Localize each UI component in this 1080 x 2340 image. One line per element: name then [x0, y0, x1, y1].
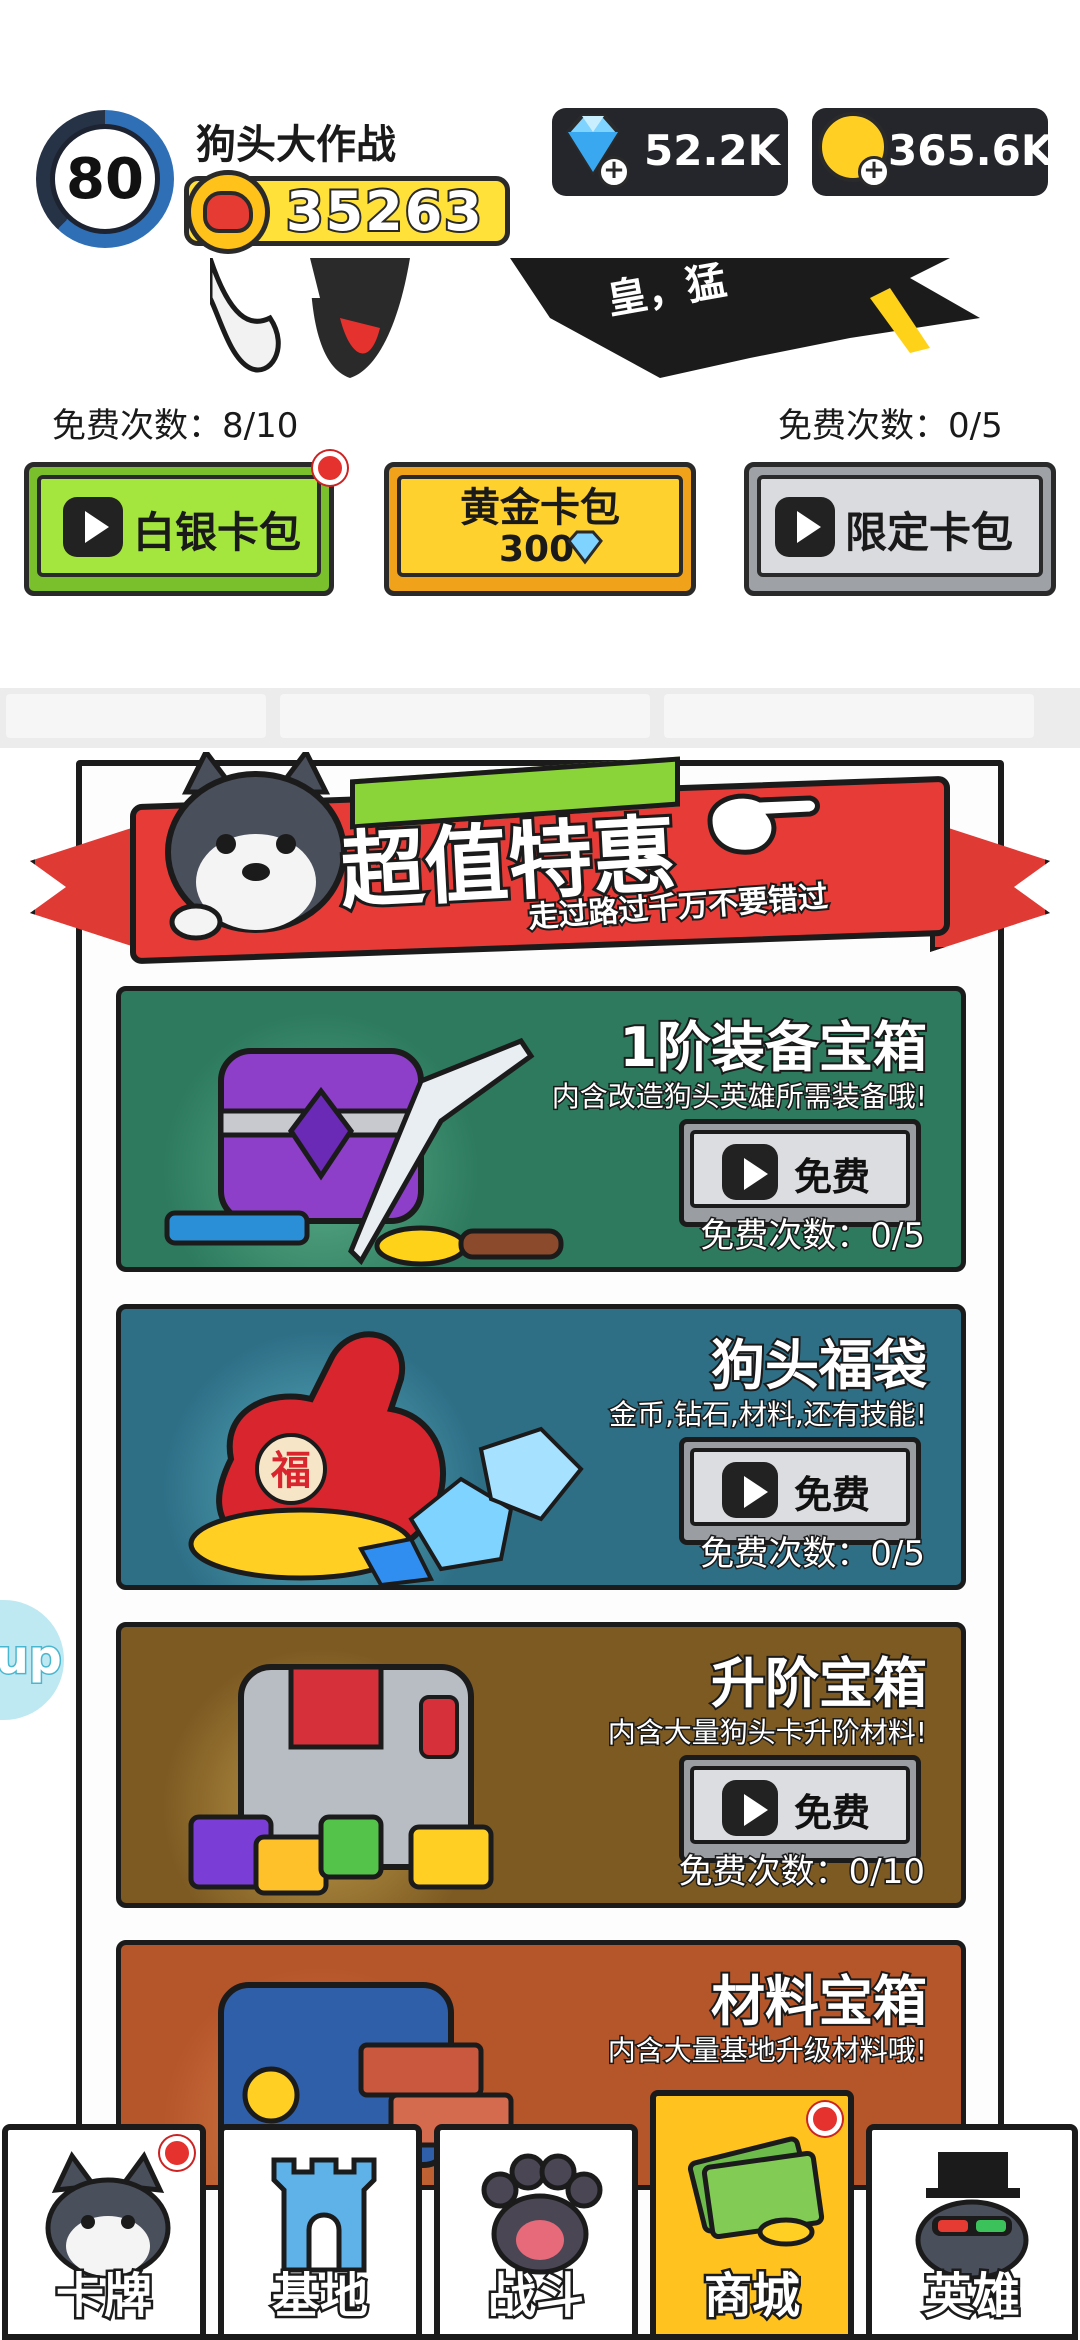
pointing-glove-icon — [707, 793, 820, 855]
limited-pack-button[interactable]: 限定卡包 — [744, 462, 1056, 596]
side-level-up-button[interactable]: up — [0, 1600, 64, 1720]
gem-value: 52.2K — [644, 126, 781, 175]
free-button-label: 免费 — [794, 1791, 871, 1835]
brick-wall-divider — [0, 688, 1080, 748]
steel-chest-icon — [188, 1664, 494, 1896]
silver-pack-button[interactable]: 白银卡包 — [24, 451, 347, 596]
banner-art: 皇，猛 — [210, 258, 980, 378]
gold-pack-label: 黄金卡包 — [460, 485, 620, 531]
tab-label: 英雄 — [921, 2266, 1022, 2327]
coin-value: 365.6K — [888, 126, 1054, 175]
video-play-icon — [63, 497, 123, 557]
lucky-bag-icon: 福 — [188, 1331, 584, 1585]
card-title: 狗头福袋 — [709, 1332, 929, 1399]
diamond-icon — [567, 530, 603, 565]
money-icon — [687, 2136, 825, 2247]
shop-card-upgrade-chest[interactable]: 升阶宝箱 内含大量狗头卡升阶材料! 免费 免费次数：0/10 — [116, 1622, 966, 1908]
free-button-label: 免费 — [794, 1155, 871, 1199]
limited-free-count: 免费次数：0/5 — [778, 406, 1003, 446]
notification-dot — [160, 2136, 194, 2170]
coin-currency[interactable]: + 365.6K — [812, 108, 1053, 196]
card-desc: 内含大量基地升级材料哦! — [606, 2033, 928, 2069]
video-play-icon — [775, 497, 835, 557]
silver-free-count: 免费次数：8/10 — [52, 406, 299, 446]
card-free-count: 免费次数：0/5 — [699, 1533, 927, 1576]
purple-chest-icon — [164, 1037, 564, 1267]
video-play-icon — [722, 1144, 778, 1200]
card-free-count: 免费次数：0/10 — [677, 1851, 926, 1894]
husky-mascot-icon — [165, 752, 347, 941]
level-ring[interactable]: 80 — [36, 110, 174, 248]
card-title: 1阶装备宝箱 — [617, 1014, 929, 1081]
tab-cards[interactable]: 卡牌 — [2, 2124, 206, 2340]
shop-card-lucky-bag[interactable]: 福 狗头福袋 金币,钻石,材料,还有技能! 免费 免费次数：0/5 — [116, 1304, 966, 1590]
power-value: 35263 — [284, 178, 484, 245]
card-title: 材料宝箱 — [709, 1968, 929, 2035]
tab-label: 战斗 — [485, 2266, 586, 2327]
tab-hero[interactable]: 英雄 — [866, 2124, 1078, 2340]
tab-label: 基地 — [269, 2266, 370, 2327]
tab-shop[interactable]: 商城 — [650, 2090, 854, 2340]
shop-card-equipment-chest[interactable]: 1阶装备宝箱 内含改造狗头英雄所需装备哦! 免费 免费次数：0/5 — [116, 986, 966, 1272]
player-name: 狗头大作战 — [196, 122, 396, 168]
tab-label: 卡牌 — [53, 2266, 154, 2327]
tab-base[interactable]: 基地 — [218, 2124, 422, 2340]
silver-pack-label: 白银卡包 — [133, 508, 302, 557]
card-desc: 内含改造狗头英雄所需装备哦! — [550, 1079, 928, 1115]
card-desc: 内含大量狗头卡升阶材料! — [606, 1715, 928, 1751]
gold-pack-price: 300 — [499, 529, 575, 570]
card-desc: 金币,钻石,材料,还有技能! — [608, 1397, 929, 1433]
card-title: 升阶宝箱 — [709, 1650, 929, 1717]
tab-label: 商城 — [701, 2266, 802, 2327]
free-button-label: 免费 — [794, 1473, 871, 1517]
notification-dot — [808, 2102, 842, 2136]
card-free-count: 免费次数：0/5 — [699, 1215, 927, 1258]
add-gems-icon[interactable]: + — [598, 156, 630, 188]
gold-pack-button[interactable]: 黄金卡包 300 — [384, 462, 696, 596]
limited-pack-label: 限定卡包 — [845, 508, 1014, 557]
notification-dot — [313, 451, 347, 485]
video-play-icon — [722, 1780, 778, 1836]
side-pill-text: up — [0, 1629, 63, 1686]
level-value: 80 — [50, 124, 160, 234]
gem-currency[interactable]: + 52.2K — [552, 108, 788, 196]
boxing-glove-icon — [186, 170, 270, 254]
add-coins-icon[interactable]: + — [858, 156, 890, 188]
bag-char: 福 — [270, 1448, 311, 1494]
tab-battle[interactable]: 战斗 — [434, 2124, 638, 2340]
video-play-icon — [722, 1462, 778, 1518]
